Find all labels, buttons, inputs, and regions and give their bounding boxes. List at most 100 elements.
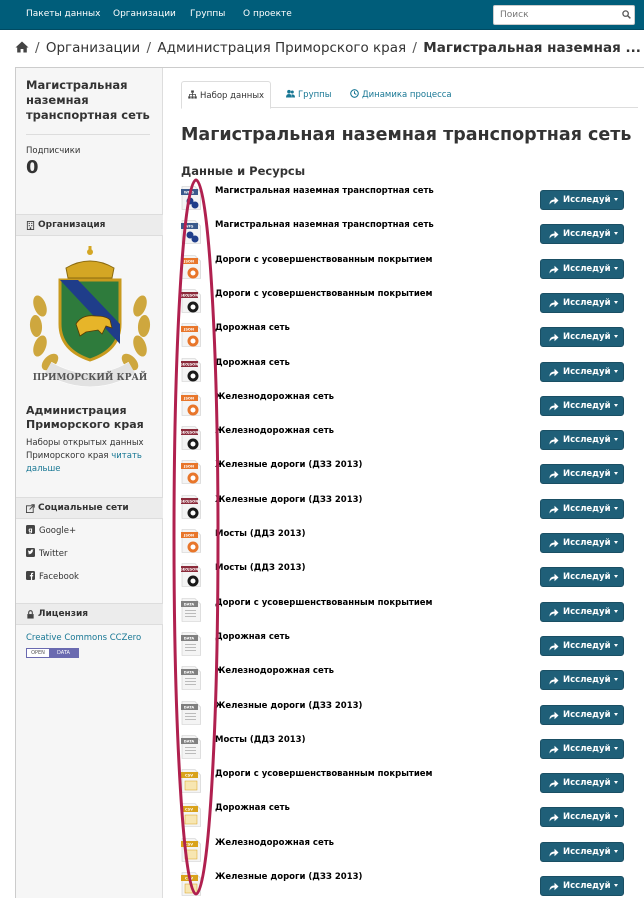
followers-label: Подписчики xyxy=(26,146,81,156)
nav-about-link[interactable]: О проекте xyxy=(243,9,292,19)
resource-item: WMS Магистральная наземная транспортная с… xyxy=(181,184,636,218)
resource-name-link[interactable]: Железные дороги (ДЗЗ 2013) xyxy=(215,460,362,470)
tab-dataset[interactable]: Набор данных xyxy=(181,81,272,109)
resource-name-link[interactable]: Мосты (ДДЗ 2013) xyxy=(215,735,305,745)
explore-button-label: Исследуй xyxy=(563,881,611,891)
caret-down-icon xyxy=(613,506,618,510)
caret-down-icon xyxy=(613,575,618,579)
explore-button[interactable]: Исследуй xyxy=(540,258,624,279)
license-link[interactable]: Creative Commons CCZero xyxy=(26,633,141,643)
explore-button-label: Исследуй xyxy=(563,400,611,411)
resource-name-link[interactable]: Железнодорожная сеть xyxy=(215,392,334,402)
resource-item: CSV Дороги с усовершенствованным покрытие… xyxy=(181,767,636,801)
resource-item: CSV Железнодорожная сеть Исследуй xyxy=(181,836,636,870)
resource-item: GEOJSON Дорожная сеть Исследуй xyxy=(181,356,636,390)
explore-button[interactable]: Исследуй xyxy=(540,395,624,416)
tab-groups[interactable]: Группы xyxy=(280,81,337,108)
explore-button-label: Исследуй xyxy=(563,366,611,377)
explore-button[interactable]: Исследуй xyxy=(540,190,624,210)
nav-organizations-link[interactable]: Организации xyxy=(113,9,176,19)
organization-heading: Организация xyxy=(16,214,163,236)
tab-activity[interactable]: Динамика процесса xyxy=(344,81,458,108)
explore-button[interactable]: Исследуй xyxy=(540,224,624,245)
dataset-title: Магистральная наземная транспортная сеть xyxy=(181,125,632,145)
explore-button[interactable]: Исследуй xyxy=(540,773,624,794)
social-google-plus[interactable]: g Google+ xyxy=(26,525,76,536)
search-icon[interactable] xyxy=(622,10,631,19)
resource-name-link[interactable]: Дорожная сеть xyxy=(215,323,290,333)
resource-name-link[interactable]: Дороги с усовершенствованным покрытием xyxy=(215,769,433,779)
resource-name-link[interactable]: Мосты (ДДЗ 2013) xyxy=(215,563,305,573)
explore-button[interactable]: Исследуй xyxy=(540,738,624,759)
resource-item: JSON Дорожная сеть Исследуй xyxy=(181,321,636,355)
svg-text:g: g xyxy=(28,528,32,534)
caret-down-icon xyxy=(613,232,618,236)
share-arrow-icon xyxy=(549,539,559,548)
resource-item: JSON Мосты (ДДЗ 2013) Исследуй xyxy=(181,527,636,561)
top-navbar: Пакеты данных Организации Группы О проек… xyxy=(0,0,644,30)
open-data-badge[interactable]: OPEN DATA xyxy=(26,648,79,658)
explore-button[interactable]: Исследуй xyxy=(540,327,624,348)
share-arrow-icon xyxy=(549,608,559,617)
resource-name-link[interactable]: Железные дороги (ДЗЗ 2013) xyxy=(215,701,362,711)
explore-button-label: Исследуй xyxy=(563,812,611,823)
breadcrumb-organization[interactable]: Администрация Приморского края xyxy=(157,40,406,56)
resource-name-link[interactable]: Дороги с усовершенствованным покрытием xyxy=(215,255,433,265)
explore-button[interactable]: Исследуй xyxy=(540,704,624,725)
share-arrow-icon xyxy=(549,299,559,308)
home-icon[interactable] xyxy=(15,41,29,53)
resource-item: CSV Дорожная сеть Исследуй xyxy=(181,801,636,835)
breadcrumb-current[interactable]: Магистральная наземная ... xyxy=(423,40,641,56)
resource-name-link[interactable]: Мосты (ДДЗ 2013) xyxy=(215,529,305,539)
resource-name-link[interactable]: Железные дороги (ДЗЗ 2013) xyxy=(215,495,362,505)
open-data-badge-left: OPEN xyxy=(27,649,49,657)
share-arrow-icon xyxy=(549,814,559,822)
explore-button[interactable]: Исследуй xyxy=(540,876,624,896)
breadcrumb-organizations[interactable]: Организации xyxy=(46,40,140,56)
nav-datasets-link[interactable]: Пакеты данных xyxy=(26,9,100,19)
resource-item: DATA Дорожная сеть Исследуй xyxy=(181,630,636,664)
explore-button[interactable]: Исследуй xyxy=(540,430,624,451)
resource-name-link[interactable]: Дороги с усовершенствованным покрытием xyxy=(215,598,433,608)
resource-name-link[interactable]: Железнодорожная сеть xyxy=(215,666,334,676)
explore-button[interactable]: Исследуй xyxy=(540,464,624,485)
explore-button[interactable]: Исследуй xyxy=(540,841,624,862)
explore-button[interactable]: Исследуй xyxy=(540,292,624,313)
organization-heading-label: Организация xyxy=(38,220,106,230)
social-twitter[interactable]: Twitter xyxy=(26,548,68,559)
resource-item: JSON Железные дороги (ДЗЗ 2013) Исследуй xyxy=(181,458,636,492)
license-heading-label: Лицензия xyxy=(38,609,89,619)
organization-name: Администрация Приморского края xyxy=(26,404,144,431)
resource-name-link[interactable]: Дорожная сеть xyxy=(215,358,290,368)
explore-button[interactable]: Исследуй xyxy=(540,807,624,828)
search-input[interactable] xyxy=(493,5,635,25)
annotation-ellipse xyxy=(172,178,220,896)
caret-down-icon xyxy=(613,643,618,647)
primorsky-krai-emblem[interactable]: ПРИМОРСКИЙ КРАЙ xyxy=(26,246,154,396)
explore-button-label: Исследуй xyxy=(563,469,611,480)
resource-item: DATA Железные дороги (ДЗЗ 2013) Исследуй xyxy=(181,699,636,733)
social-facebook[interactable]: Facebook xyxy=(26,571,79,582)
resource-name-link[interactable]: Магистральная наземная транспортная сеть xyxy=(215,186,434,196)
explore-button[interactable]: Исследуй xyxy=(540,533,624,553)
explore-button[interactable]: Исследуй xyxy=(540,601,624,622)
resource-name-link[interactable]: Магистральная наземная транспортная сеть xyxy=(215,220,434,230)
social-heading-label: Социальные сети xyxy=(38,503,129,513)
resource-name-link[interactable]: Дороги с усовершенствованным покрытием xyxy=(215,289,433,299)
explore-button[interactable]: Исследуй xyxy=(540,361,624,382)
explore-button[interactable]: Исследуй xyxy=(540,567,624,588)
share-arrow-icon xyxy=(549,745,559,754)
explore-button-label: Исследуй xyxy=(563,675,611,686)
organization-description: Наборы открытых данных Приморского края … xyxy=(26,437,156,476)
nav-groups-link[interactable]: Группы xyxy=(190,9,225,19)
resource-name-link[interactable]: Дорожная сеть xyxy=(215,632,290,642)
explore-button-label: Исследуй xyxy=(563,743,611,754)
resource-name-link[interactable]: Дорожная сеть xyxy=(215,803,290,813)
resource-name-link[interactable]: Железнодорожная сеть xyxy=(215,838,334,848)
resource-name-link[interactable]: Железнодорожная сеть xyxy=(215,426,334,436)
explore-button[interactable]: Исследуй xyxy=(540,670,624,691)
resource-name-link[interactable]: Железные дороги (ДЗЗ 2013) xyxy=(215,872,362,882)
explore-button[interactable]: Исследуй xyxy=(540,635,624,656)
explore-button[interactable]: Исследуй xyxy=(540,498,624,519)
resource-item: GEOJSON Железнодорожная сеть Исследуй xyxy=(181,424,636,458)
